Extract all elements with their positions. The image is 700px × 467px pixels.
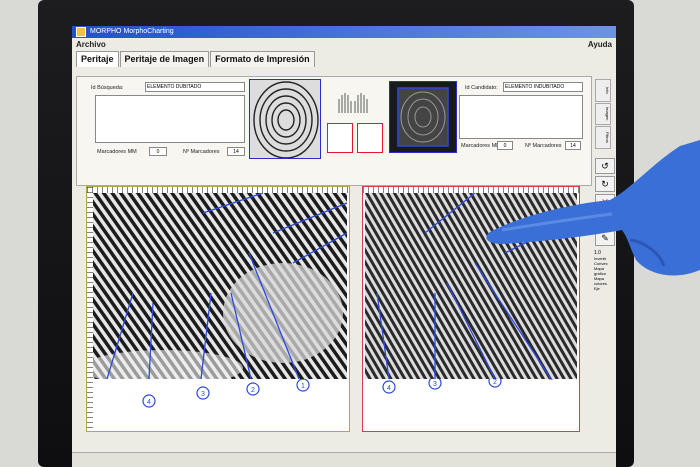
window-title: MORPHO MorphoCharting [90,28,174,35]
latent-marker-3: 3 [201,391,205,398]
hands-selector-icon[interactable] [335,87,371,115]
side-tab-info[interactable]: Info [595,79,611,102]
search-id-field[interactable]: ELEMENTO DUBITADO [145,82,245,92]
search-mm-markers-label: Marcadores MM [97,149,137,155]
reference-marker-2: 2 [493,379,497,386]
candidate-id-field[interactable]: ELEMENTO INDUBITADO [503,82,583,92]
finger-slot-right[interactable] [357,123,383,153]
latent-marker-2: 2 [251,387,255,394]
reference-marker-4: 4 [387,385,391,392]
latent-print-thumbnail[interactable] [249,79,321,159]
reference-marker-3: 3 [433,381,437,388]
menu-file[interactable]: Archivo [76,38,106,51]
latent-print-viewer[interactable]: 4 3 2 1 [86,186,350,432]
search-no-markers-value: 14 [227,147,245,156]
latent-print-image[interactable] [93,193,347,379]
app-icon [76,27,86,37]
candidate-id-label: Id Candidato: [465,85,498,91]
reference-print-thumbnail[interactable] [389,81,457,153]
menu-bar: Archivo Ayuda [72,38,616,51]
gloved-hand [486,140,700,276]
title-bar: MORPHO MorphoCharting [72,26,616,38]
menu-help[interactable]: Ayuda [588,38,612,51]
latent-marker-4: 4 [147,399,151,406]
search-id-label: Id Búsqueda: [91,85,124,91]
search-notes-area[interactable] [95,95,245,143]
latent-marker-labels: 4 3 2 1 [142,379,310,408]
status-bar [72,452,616,467]
tab-peritaje-imagen[interactable]: Peritaje de Imagen [119,51,210,67]
search-no-markers-label: Nº Marcadores [183,149,220,155]
latent-marker-1: 1 [301,383,305,390]
search-mm-markers-value: 0 [149,147,167,156]
option-eje[interactable]: Eje [594,286,616,291]
tab-bar: Peritaje Peritaje de Imagen Formato de I… [72,51,616,67]
reference-marker-labels: 4 3 2 1 [382,379,554,394]
tab-formato-impresion[interactable]: Formato de Impresión [210,51,315,67]
finger-slot-left[interactable] [327,123,353,153]
tab-peritaje[interactable]: Peritaje [76,51,119,67]
